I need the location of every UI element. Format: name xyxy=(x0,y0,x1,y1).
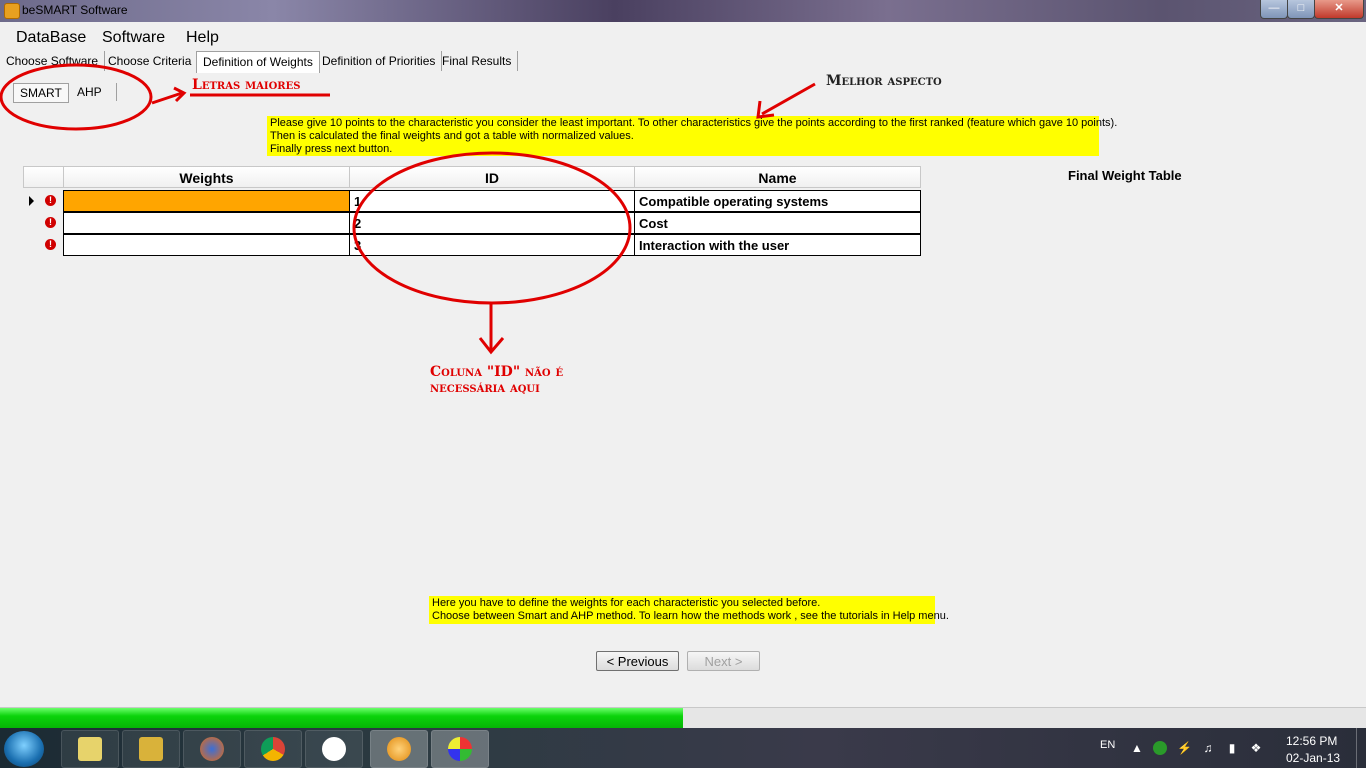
annotation-coluna-line-1: Coluna "ID" não é xyxy=(430,364,564,380)
explorer-icon xyxy=(78,737,102,761)
fox-icon xyxy=(322,737,346,761)
annotation-overlay xyxy=(0,63,816,355)
taskbar-folder[interactable] xyxy=(122,730,180,768)
power-icon[interactable]: ⚡ xyxy=(1177,741,1192,755)
annotation-coluna-line-2: necessária aqui xyxy=(430,380,540,396)
help-line-2: Choose between Smart and AHP method. To … xyxy=(432,610,949,622)
annotation-arrow-melhor xyxy=(761,82,816,116)
annotation-circle-id xyxy=(352,151,632,305)
annotation-melhor: Melhor aspecto xyxy=(826,73,942,89)
volume-icon[interactable]: ♫ xyxy=(1201,741,1215,755)
taskbar-firefox[interactable] xyxy=(183,730,241,768)
annotation-coluna: Coluna "ID" não é necessária aqui xyxy=(430,364,563,396)
taskbar-chrome[interactable] xyxy=(244,730,302,768)
clock-date[interactable]: 02-Jan-13 xyxy=(1286,751,1340,765)
paint-icon xyxy=(448,737,472,761)
taskbar-paint[interactable] xyxy=(431,730,489,768)
help-note: Here you have to define the weights for … xyxy=(429,596,949,624)
annotation-letras: Letras maiores xyxy=(192,77,301,93)
tray-expand-icon[interactable]: ▲ xyxy=(1130,741,1144,755)
show-desktop-button[interactable] xyxy=(1356,728,1366,768)
progress-bar xyxy=(0,707,1366,728)
previous-button[interactable]: < Previous xyxy=(596,651,679,671)
clock-time[interactable]: 12:56 PM xyxy=(1286,734,1337,748)
progress-fill xyxy=(0,708,683,728)
signal-icon[interactable]: ▮ xyxy=(1225,741,1239,755)
annotation-circle-subtabs xyxy=(0,63,153,131)
folder-icon xyxy=(139,737,163,761)
besmart-icon xyxy=(387,737,411,761)
next-button[interactable]: Next > xyxy=(687,651,760,671)
firefox-icon xyxy=(200,737,224,761)
dropbox-icon[interactable]: ❖ xyxy=(1249,741,1263,755)
chrome-icon xyxy=(261,737,285,761)
language-indicator[interactable]: EN xyxy=(1100,739,1115,751)
utorrent-icon[interactable] xyxy=(1153,741,1167,755)
taskbar-fox[interactable] xyxy=(305,730,363,768)
help-line-1: Here you have to define the weights for … xyxy=(432,597,821,609)
taskbar-besmart[interactable] xyxy=(370,730,428,768)
start-button[interactable] xyxy=(4,731,44,767)
taskbar-explorer[interactable] xyxy=(61,730,119,768)
